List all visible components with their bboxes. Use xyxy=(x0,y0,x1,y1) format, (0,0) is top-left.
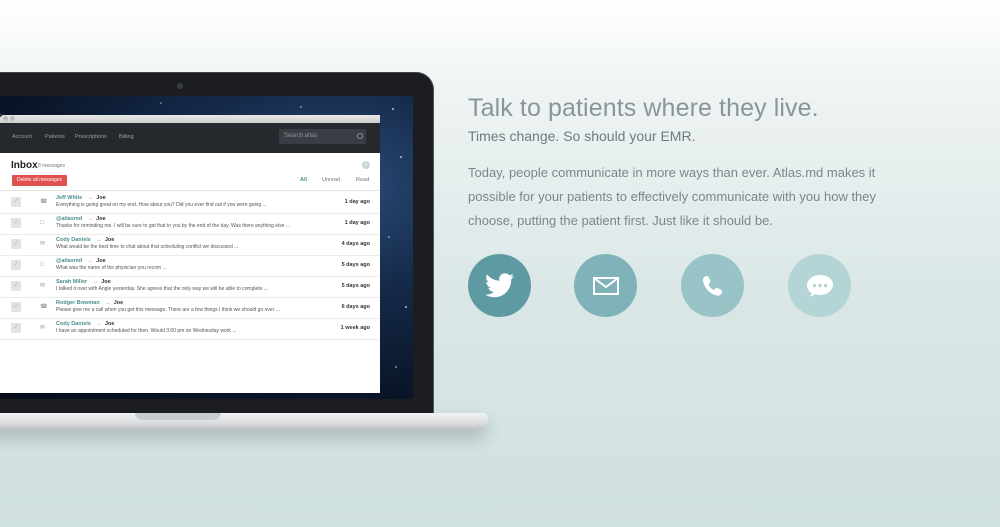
message-date: 6 days ago xyxy=(341,304,370,310)
message-recipient: Joe xyxy=(113,300,124,306)
row-checkbox[interactable]: ✓ xyxy=(11,260,21,270)
message-preview: What was the name of the physician you r… xyxy=(56,265,167,271)
delete-all-button[interactable]: Delete all messages xyxy=(12,175,67,186)
inbox-count: 8 messages xyxy=(38,163,65,169)
message-date: 1 week ago xyxy=(340,325,370,331)
app-window: Account Patients Prescriptions Billing S… xyxy=(0,115,380,393)
email-type-icon: ✉ xyxy=(40,325,46,331)
email-type-icon: ✉ xyxy=(40,283,46,289)
laptop-notch xyxy=(135,413,221,420)
message-preview: I have an appointment scheduled for then… xyxy=(56,328,237,334)
message-sender[interactable]: Cody Daniels → Joe xyxy=(56,321,114,327)
arrow-icon: → xyxy=(92,279,99,285)
message-recipient: Joe xyxy=(104,237,115,243)
chat-icon[interactable] xyxy=(788,254,851,317)
message-sender[interactable]: Cody Daniels → Joe xyxy=(56,237,114,243)
body-paragraph: Today, people communicate in more ways t… xyxy=(468,165,877,228)
arrow-icon: → xyxy=(87,216,94,222)
message-recipient: Joe xyxy=(96,258,106,264)
search-icon[interactable] xyxy=(357,133,363,139)
message-recipient: Joe xyxy=(101,279,111,285)
arrow-icon: → xyxy=(87,258,94,264)
message-preview: Everything is going great on my end. How… xyxy=(56,202,267,208)
message-row[interactable]: ✓ ✉ Cody Daniels → Joe What would be the best… xyxy=(0,234,380,256)
row-checkbox[interactable]: ✓ xyxy=(11,281,21,291)
row-checkbox[interactable]: ✓ xyxy=(11,239,21,249)
message-sender[interactable]: Rodger Bowman → Joe xyxy=(56,300,123,306)
subheadline: Times change. So should your EMR. xyxy=(468,128,696,144)
message-preview: Please give me a call when you get this … xyxy=(56,307,280,313)
message-sender[interactable]: Jeff White → Joe xyxy=(56,195,106,201)
mail-icon[interactable] xyxy=(574,254,637,317)
arrow-icon: → xyxy=(95,237,102,243)
row-pointer xyxy=(0,112,3,118)
twitter-icon[interactable] xyxy=(468,254,531,317)
app-nav-bar: Account Patients Prescriptions Billing S… xyxy=(0,123,380,153)
message-row[interactable]: ✓ □ @atlasmd → Joe What was the name of the p… xyxy=(0,255,380,277)
row-checkbox[interactable]: ✓ xyxy=(11,302,21,312)
message-recipient: Joe xyxy=(96,195,106,201)
phone-type-icon: ☎ xyxy=(40,304,48,310)
phone-icon[interactable] xyxy=(681,254,744,317)
message-row[interactable]: ✓ ✉ Cody Daniels → Joe I have an appointment … xyxy=(0,318,380,340)
message-date: 4 days ago xyxy=(341,241,370,247)
window-titlebar xyxy=(0,115,380,123)
message-recipient: Joe xyxy=(104,321,115,327)
laptop-camera xyxy=(177,83,183,89)
message-row[interactable]: ✓ ☎ Jeff White → Joe Everything is going grea… xyxy=(0,192,380,214)
nav-prescriptions[interactable]: Prescriptions xyxy=(75,134,107,140)
window-close-dot[interactable] xyxy=(3,116,8,121)
message-sender[interactable]: @atlasmd → Joe xyxy=(56,216,106,222)
email-type-icon: ✉ xyxy=(40,241,46,247)
nav-account[interactable]: Account xyxy=(12,134,32,140)
arrow-icon: → xyxy=(104,300,111,306)
message-row[interactable]: ✓ □ @atlasmd → Joe Thanks for reminding me. I… xyxy=(0,213,380,235)
chat-type-icon: □ xyxy=(40,220,44,226)
message-row[interactable]: ✓ ✉ Sarah Miller → Joe I talked it over with … xyxy=(0,276,380,298)
laptop-screen: Account Patients Prescriptions Billing S… xyxy=(0,96,413,399)
arrow-icon: → xyxy=(87,195,94,201)
inbox-title: Inbox xyxy=(11,160,38,171)
window-minimize-dot[interactable] xyxy=(10,116,15,121)
search-input[interactable]: Search atlas xyxy=(279,129,366,144)
message-preview: What would be the best time to chat abou… xyxy=(56,244,239,250)
nav-billing[interactable]: Billing xyxy=(119,134,134,140)
nav-patients[interactable]: Patients xyxy=(45,134,65,140)
message-date: 1 day ago xyxy=(344,220,370,226)
row-checkbox[interactable]: ✓ xyxy=(11,323,21,333)
laptop-base xyxy=(0,413,488,431)
message-date: 5 days ago xyxy=(341,262,370,268)
arrow-icon: → xyxy=(95,321,102,327)
filter-read[interactable]: Read xyxy=(356,177,369,183)
message-recipient: Joe xyxy=(96,216,106,222)
row-checkbox[interactable]: ✓ xyxy=(11,218,21,228)
divider xyxy=(0,190,380,191)
message-date: 5 days ago xyxy=(341,283,370,289)
message-sender[interactable]: Sarah Miller → Joe xyxy=(56,279,111,285)
message-row[interactable]: ✓ ☎ Rodger Bowman → Joe Please give me a call… xyxy=(0,297,380,319)
filter-all[interactable]: All xyxy=(300,177,307,183)
message-sender[interactable]: @atlasmd → Joe xyxy=(56,258,106,264)
filter-unread[interactable]: Unread xyxy=(322,177,340,183)
message-preview: I talked it over with Angie yesterday. S… xyxy=(56,286,268,292)
phone-type-icon: ☎ xyxy=(40,199,48,205)
info-icon[interactable]: i xyxy=(362,161,370,169)
chat-type-icon: □ xyxy=(40,262,44,268)
row-checkbox[interactable]: ✓ xyxy=(11,197,21,207)
message-date: 1 day ago xyxy=(344,199,370,205)
message-preview: Thanks for reminding me. I will be sure … xyxy=(56,223,291,229)
headline: Talk to patients where they live. xyxy=(468,94,819,122)
